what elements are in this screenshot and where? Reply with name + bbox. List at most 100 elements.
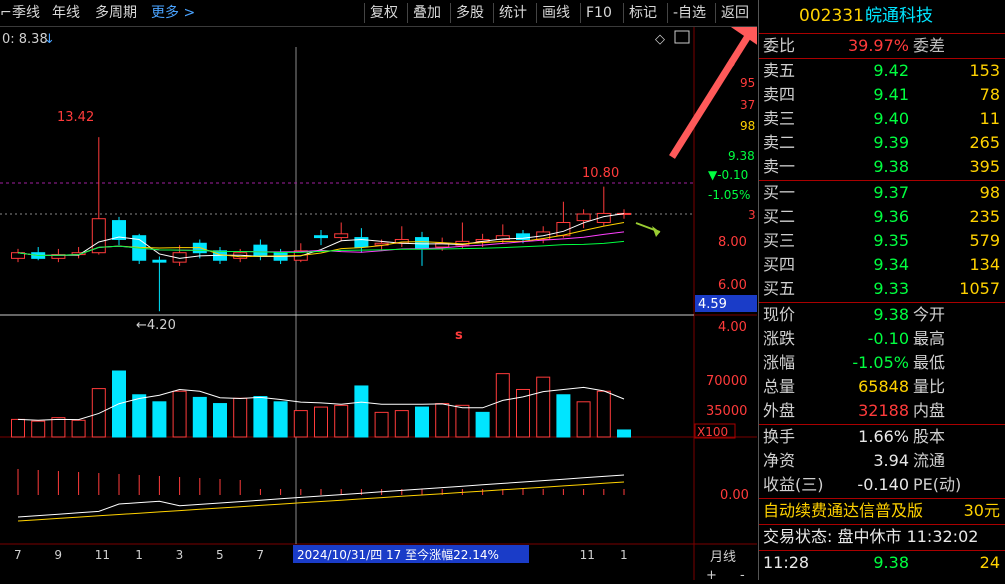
volume-bar [536,376,551,438]
volume-bar [415,406,429,438]
kline-chart[interactable]: 0: 8.38 ↓ ◇ 13.42 ←4.20 10.80 s 9 95 37 … [0,0,789,583]
stat-label: 涨幅 [763,353,796,372]
volume-bar [253,396,268,438]
annotation-arrow-shaft [669,15,763,159]
volume-bar [394,410,409,438]
stock-name: 皖通科技 [865,6,933,26]
info-bar: 2024/10/31/四 17 至今涨幅22.14% [297,547,499,562]
volume-bar [576,401,591,438]
candle-body [253,244,268,257]
ask-price: 9.40 [873,109,909,128]
volume-bar [475,411,490,438]
period-quarter[interactable]: 季线 [12,3,40,23]
more-menu[interactable]: 更多 > [151,3,195,23]
candle-body [334,233,349,239]
recent-high-label: 10.80 [582,166,619,181]
bid-row[interactable]: 买二 9.36 235 [759,205,1005,229]
candle-body [314,235,328,239]
window-icon[interactable] [674,30,690,44]
volume-bar [51,417,66,438]
ask-row[interactable]: 卖四 9.41 78 [759,83,1005,107]
fund-label: 换手 [763,427,796,446]
chevron-right-icon: > [183,5,196,21]
tick-time: 11:28 [763,553,810,572]
stat-row: 外盘 32188 内盘 [759,399,1005,423]
overlay-button[interactable]: 叠加 [407,3,446,23]
x-axis-label: 7 [14,548,22,562]
zoom-in-icon[interactable]: + [706,568,717,583]
indicator-tick: 0.00 [720,488,749,503]
volume-bar [172,390,187,438]
x-axis-label: 5 [216,548,224,562]
ask-row[interactable]: 卖三 9.40 11 [759,107,1005,131]
volume-bar [334,404,349,438]
stat-value: 32188 [858,401,909,420]
remove-watchlist-button[interactable]: -自选 [667,3,711,23]
low-label: ←4.20 [136,318,176,333]
current-price-tag: 4.59 [698,297,727,312]
x-axis-label: 3 [176,548,184,562]
bid-row[interactable]: 买五 9.33 1057 [759,277,1005,301]
draw-line-button[interactable]: 画线 [536,3,575,23]
ask-row[interactable]: 卖二 9.39 265 [759,131,1005,155]
fund-row: 换手 1.66% 股本 [759,425,1005,449]
stat-label: 总量 [763,377,796,396]
stat-row: 涨跌 -0.10 最高 [759,327,1005,351]
stock-code: 002331 [799,6,864,26]
ask-label: 卖二 [763,133,796,152]
fund-label-2: PE(动) [913,475,962,494]
fund-value: 1.66% [858,427,909,446]
fund-label: 净资 [763,451,796,470]
bid-row[interactable]: 买一 9.37 98 [759,181,1005,205]
period-multi[interactable]: 多周期 [95,3,137,23]
volume-bar [71,419,86,438]
volume-bar [354,385,369,438]
bid-volume: 235 [969,207,1000,226]
bid-volume: 134 [969,255,1000,274]
candle-body [576,213,591,222]
stat-label-2: 量比 [913,377,946,396]
stat-row: 涨幅 -1.05% 最低 [759,351,1005,375]
f10-button[interactable]: F10 [580,3,617,23]
bid-row[interactable]: 买三 9.35 579 [759,229,1005,253]
indicator-pane [17,469,625,522]
ask-row[interactable]: 卖一 9.38 395 [759,155,1005,179]
volume-bar [31,420,46,438]
stat-value: 65848 [858,377,909,396]
mark-button[interactable]: 标记 [623,3,662,23]
volume-bar [293,410,308,438]
period-year[interactable]: 年线 [52,3,80,23]
stat-value: -1.05% [852,353,909,372]
volume-bar [596,390,611,438]
volume-bar [455,404,470,438]
volume-bar [374,411,389,438]
adjust-button[interactable]: 复权 [364,3,403,23]
trade-status: 交易状态: 盘中休市 11:32:02 [759,525,1005,549]
axis-change: ▼-0.10 [708,168,748,182]
ask-row[interactable]: 卖五 9.42 153 [759,59,1005,83]
down-arrow-icon: ↓ [44,32,55,47]
price-tick: 4.00 [718,320,747,335]
bid-volume: 1057 [959,279,1000,298]
bid-price: 9.34 [873,255,909,274]
ad-banner[interactable]: 自动续费通达信普及版 30元 [759,499,1005,523]
volume-bar [11,418,25,438]
zoom-out-icon[interactable]: - [740,568,745,583]
stat-label: 涨跌 [763,329,796,348]
weibi-value: 39.97% [847,36,909,55]
stat-label: 外盘 [763,401,796,420]
stat-label-2: 内盘 [913,401,946,420]
trade-status-text: 交易状态: 盘中休市 11:32:02 [763,527,979,546]
volume-unit: X100 [697,425,728,439]
ask-price: 9.39 [873,133,909,152]
stats-button[interactable]: 统计 [493,3,532,23]
ask-label: 卖四 [763,85,796,104]
diamond-icon[interactable]: ◇ [655,32,665,47]
bid-row[interactable]: 买四 9.34 134 [759,253,1005,277]
volume-bar [617,429,631,438]
ask-price: 9.41 [873,85,909,104]
back-button[interactable]: 返回 [715,3,754,23]
multi-stock-button[interactable]: 多股 [450,3,489,23]
chart-canvas[interactable]: 0: 8.38 ↓ ◇ 13.42 ←4.20 10.80 s 9 95 37 … [0,0,789,583]
ask-volume: 78 [979,85,1000,104]
